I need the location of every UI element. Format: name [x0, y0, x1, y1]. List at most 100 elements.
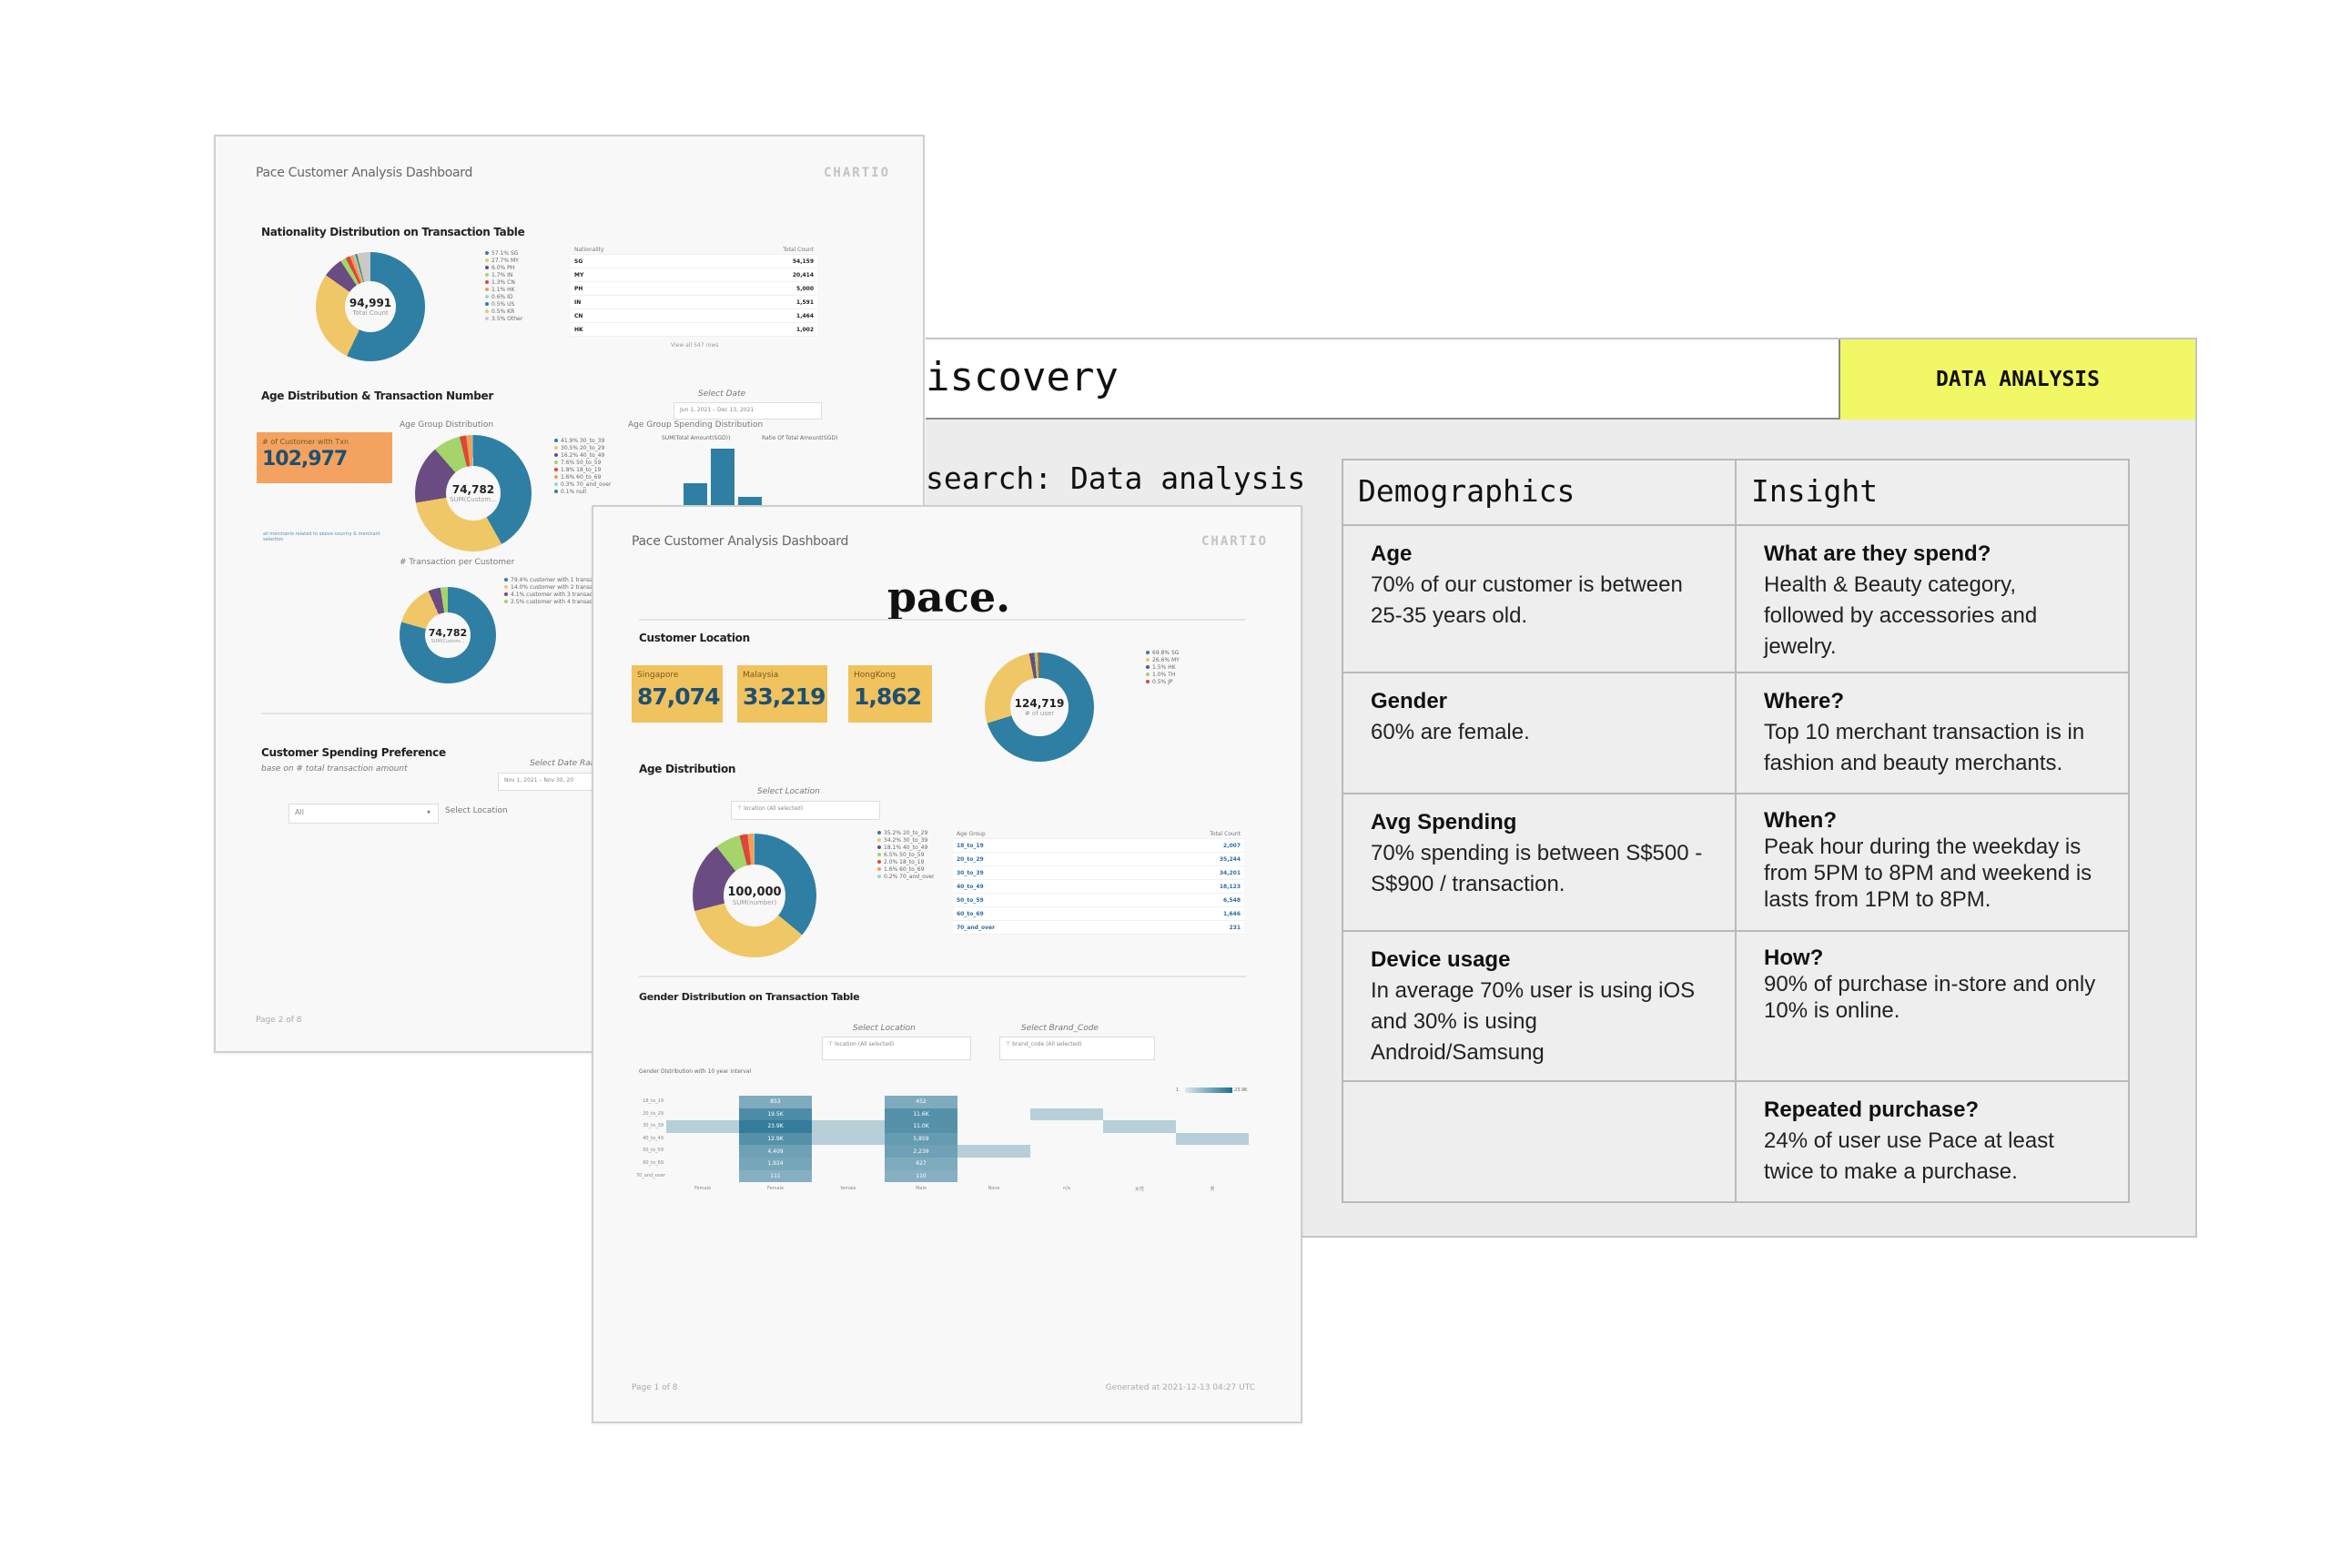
date-range-picker[interactable]: Nov 1, 2021 – Nov 30, 20: [498, 773, 607, 791]
table-header: Nationality Total Count: [571, 246, 817, 255]
legend-item: 6.0% PH: [485, 264, 522, 271]
legend-swatch: [504, 600, 508, 603]
legend-swatch: [554, 490, 558, 493]
legend-swatch: [554, 475, 558, 479]
donut-center-value: 74,782: [428, 626, 468, 639]
legend-swatch: [485, 317, 489, 320]
table-cell: Nationality: [574, 247, 604, 253]
heatmap-cell: 627: [885, 1158, 957, 1170]
legend-label: 57.1% SG: [491, 249, 519, 257]
insight-cell: What are they spend? Health & Beauty cate…: [1735, 524, 2130, 673]
legend-label: 1.3% CN: [491, 278, 515, 286]
kpi-value: 102,977: [262, 448, 348, 470]
table-cell: SG: [574, 258, 583, 265]
table-cell: 1,464: [796, 312, 814, 319]
section-title: Age Distribution & Transaction Number: [261, 389, 493, 402]
table-row: Device usage In average 70% user is using…: [1342, 930, 2130, 1082]
heatmap-row-label: 18_to_19: [643, 1098, 664, 1104]
legend-item: 16.2% 40_to_49: [554, 451, 611, 459]
cell-text: In average 70% user is using iOS and 30%…: [1371, 978, 1696, 1065]
heatmap-column-label: Female: [694, 1186, 712, 1192]
heatmap-cell: 111: [739, 1169, 812, 1183]
insight-cell: When? Peak hour during the weekday is fro…: [1735, 793, 2130, 932]
legend-label: 41.9% 30_to_39: [561, 437, 605, 444]
legend-swatch: [554, 460, 558, 464]
slide-subtitle: search: Data analysis: [926, 460, 1306, 496]
cell-text: 70% of our customer is between 25-35 yea…: [1371, 572, 1683, 628]
legend-item: 0.6% ID: [485, 293, 522, 300]
legend-label: 6.0% PH: [491, 264, 515, 271]
legend-item: 7.6% 50_to_59: [554, 459, 611, 466]
heatmap-column-label: Female: [766, 1186, 785, 1192]
heatmap-cell: 19.5K: [739, 1108, 812, 1121]
legend-swatch: [485, 288, 489, 291]
table-cell: 1,591: [796, 298, 814, 306]
insight-cell: Where? Top 10 merchant transaction is in …: [1735, 672, 2130, 794]
heatmap-cell: 110: [885, 1169, 957, 1183]
chart-title: Age Group Distribution: [400, 420, 494, 430]
generated-timestamp: Generated at 2021-12-13 04:27 UTC: [1105, 1383, 1255, 1392]
heatmap-column-label: None: [988, 1186, 1000, 1192]
table-row: SG 54,159: [571, 255, 817, 268]
table-cell: Total Count: [783, 247, 814, 253]
heatmap-cell: [666, 1120, 739, 1133]
table-cell: 5,000: [796, 285, 814, 292]
legend-swatch: [554, 453, 558, 457]
donut-center-label: SUM(Custom...: [431, 638, 465, 644]
slide-title: iscovery: [926, 354, 1119, 400]
view-all-rows-link[interactable]: View all 547 rows: [671, 342, 718, 349]
cell-text: Top 10 merchant transaction is in fashio…: [1764, 720, 2085, 775]
location-select[interactable]: All ▾: [289, 804, 439, 824]
table-cell: MY: [574, 271, 584, 278]
legend-swatch: [485, 295, 489, 298]
select-location-label: Select Location: [445, 806, 508, 815]
legend-item: 27.7% MY: [485, 257, 522, 264]
txn-per-customer-donut-chart: 74,782 SUM(Custom...: [400, 587, 496, 683]
donut-center-value: 74,782: [451, 483, 495, 496]
table-row: IN 1,591: [571, 296, 817, 309]
heatmap-cell: 452: [885, 1096, 957, 1108]
nationality-donut-chart: 94,991 Total Count: [316, 252, 425, 361]
cell-title: Where?: [1764, 689, 1845, 713]
table-row: Avg Spending 70% spending is between S$50…: [1342, 793, 2130, 932]
heatmap-cell: 853: [739, 1096, 812, 1108]
page-number: Page 2 of 8: [256, 1016, 302, 1025]
legend-swatch: [485, 302, 489, 306]
legend-swatch: [485, 251, 489, 255]
chevron-down-icon: ▾: [426, 808, 431, 816]
heatmap-row-label: 50_to_59: [643, 1148, 664, 1154]
heatmap-cell: [1103, 1120, 1176, 1133]
dashboard-page-1: Pace Customer Analysis Dashboard CHARTIO…: [592, 505, 1302, 1423]
legend-item: 1.7% IN: [485, 271, 522, 278]
heatmap-column-label: 女性: [1134, 1187, 1144, 1193]
legend-item: 3.5% Other: [485, 315, 522, 322]
slide-title-bar: iscovery DATA ANALYSIS: [926, 339, 2195, 420]
cell-title: Avg Spending: [1371, 810, 1517, 835]
cell-title: What are they spend?: [1764, 541, 1991, 566]
section-subtitle: base on # total transaction amount: [261, 764, 408, 774]
date-range-picker[interactable]: Jun 1, 2021 – Dec 13, 2021: [674, 402, 822, 420]
select-date-range-label: Select Date Rang: [530, 759, 602, 768]
heatmap-row-label: 40_to_49: [643, 1135, 664, 1141]
section-badge: DATA ANALYSIS: [1839, 339, 2195, 420]
heatmap-row-label: 30_to_39: [643, 1123, 664, 1129]
demographic-cell: Avg Spending 70% spending is between S$50…: [1342, 793, 1737, 932]
legend-item: 1.3% CN: [485, 278, 522, 286]
page-number: Page 1 of 8: [632, 1383, 678, 1392]
chartio-logo: CHARTIO: [824, 166, 891, 180]
selected-value: All: [295, 808, 304, 816]
table-cell: 54,159: [792, 258, 814, 265]
heatmap-cell: [1176, 1132, 1249, 1146]
heatmap-cell: 11.6K: [885, 1108, 957, 1121]
chart-title: # Transaction per Customer: [400, 558, 515, 567]
heatmap-cell: [812, 1132, 885, 1146]
kpi-customers-with-txn: # of Customer with Txn 102,977: [257, 432, 392, 483]
heatmap-column-label: n/a: [1063, 1186, 1070, 1192]
legend-label: 0.5% KR: [491, 308, 515, 315]
column-header-demographics: Demographics: [1342, 459, 1737, 526]
demographic-cell: Gender 60% are female.: [1342, 672, 1737, 794]
legend-swatch: [504, 578, 508, 582]
legend-swatch: [554, 468, 558, 471]
legend-label: 1.1% HK: [491, 286, 515, 293]
table-cell: PH: [574, 285, 583, 292]
